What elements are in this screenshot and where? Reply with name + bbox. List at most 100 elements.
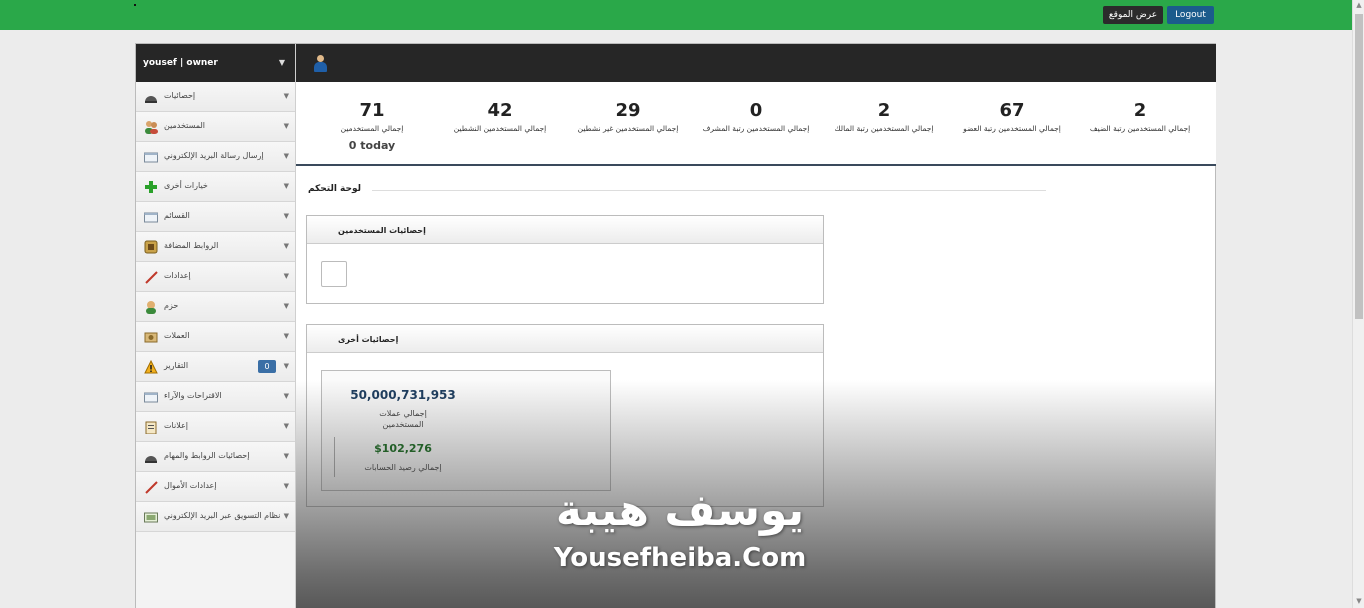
view-site-button[interactable]: عرض الموقع (1103, 6, 1163, 24)
sidebar-item-label: العملات (164, 331, 190, 340)
stats-bar: 71 إجمالي المستخدمين 0 today 42 إجمالي ا… (296, 82, 1216, 166)
stat-caption: إجمالي المستخدمين النشطين (453, 124, 547, 133)
sidebar-item-label: خيارات أخرى (164, 181, 208, 190)
sidebar-item-label: إعدادات الأموال (164, 481, 217, 490)
chevron-down-icon: ▼ (283, 452, 289, 460)
sidebar-item-label: نظام التسويق عبر البريد الإلكتروني (164, 511, 281, 520)
packages-icon (144, 300, 158, 314)
panel-header: إحصائيات أخرى (307, 325, 823, 353)
chevron-down-icon: ▼ (283, 362, 289, 370)
logout-button[interactable]: Logout (1167, 6, 1214, 24)
stat-value: 67 (999, 100, 1025, 121)
sidebar-item-label: إحصائيات (164, 91, 196, 100)
stat-active-users: 42 إجمالي المستخدمين النشطين (435, 100, 565, 133)
total-currency-label: إجمالي عملات المستخدمين (322, 408, 484, 430)
links-icon (144, 240, 158, 254)
email-marketing-icon (144, 510, 158, 524)
stat-value: 71 (359, 100, 385, 121)
scrollbar-thumb[interactable] (1355, 14, 1363, 319)
watermark-arabic: يوسف هيبة (555, 485, 805, 536)
stat-guest-users: 2 إجمالي المستخدمين رتبة الضيف (1075, 100, 1205, 133)
page-title: لوحة التحكم (308, 184, 362, 194)
other-stats-panel: إحصائيات أخرى 50,000,731,953 إجمالي عملا… (306, 324, 824, 507)
stat-today: 0 today (348, 139, 396, 152)
sidebar-item-links-tasks-stats[interactable]: إحصائيات الروابط والمهام ▼ (136, 442, 295, 472)
stat-value: 2 (1133, 100, 1147, 121)
caret-down-icon[interactable]: ▼ (279, 58, 285, 67)
sidebar-item-packages[interactable]: حزم ▼ (136, 292, 295, 322)
chevron-down-icon: ▼ (283, 92, 289, 100)
total-currency-value: 50,000,731,953 (350, 388, 456, 402)
sidebar-item-label: إرسال رسالة البريد الإلكتروني (164, 151, 264, 160)
page-scrollbar[interactable]: ▲ ▼ (1352, 0, 1364, 608)
sidebar-item-settings[interactable]: إعدادات ▼ (136, 262, 295, 292)
money-pen-icon (144, 480, 158, 494)
dashboard-icon (144, 90, 158, 104)
sidebar-item-label: المستخدمين (164, 121, 205, 130)
scroll-down-icon[interactable]: ▼ (1355, 597, 1363, 607)
sidebar-item-label: الروابط المضافة (164, 241, 219, 250)
sidebar-item-other-options[interactable]: خيارات أخرى ▼ (136, 172, 295, 202)
main-header (296, 44, 1216, 82)
stat-caption: إجمالي المستخدمين (340, 124, 404, 133)
sidebar-item-users[interactable]: المستخدمين ▼ (136, 112, 295, 142)
chevron-down-icon: ▼ (283, 122, 289, 130)
stat-owner-users: 2 إجمالي المستخدمين رتبة المالك (819, 100, 949, 133)
panel-header: إحصائيات المستخدمين (307, 216, 823, 244)
chevron-down-icon: ▼ (283, 392, 289, 400)
chevron-down-icon: ▼ (283, 302, 289, 310)
empty-chart-box (321, 261, 347, 287)
sidebar-item-label: التقارير (164, 361, 189, 370)
sidebar-item-label: إحصائيات الروابط والمهام (164, 451, 250, 460)
sidebar-item-added-links[interactable]: الروابط المضافة ▼ (136, 232, 295, 262)
top-bar: عرض الموقع Logout (0, 0, 1352, 30)
totals-card: 50,000,731,953 إجمالي عملات المستخدمين $… (321, 370, 611, 491)
currency-icon (144, 330, 158, 344)
coupon-window-icon (144, 210, 158, 224)
stat-caption: إجمالي المستخدمين رتبة المالك (834, 124, 934, 133)
stat-value: 29 (615, 100, 641, 121)
sidebar-item-reports[interactable]: التقارير 0 ▼ (136, 352, 295, 382)
feedback-window-icon (144, 390, 158, 404)
sidebar-item-statistics[interactable]: إحصائيات ▼ (136, 82, 295, 112)
stat-value: 42 (487, 100, 513, 121)
stat-value: 0 (749, 100, 763, 121)
warning-icon (144, 359, 158, 374)
scroll-up-icon[interactable]: ▲ (1355, 1, 1363, 11)
stat-value: 2 (877, 100, 891, 121)
stat-inactive-users: 29 إجمالي المستخدمين غير نشطين (563, 100, 693, 133)
plus-icon (144, 180, 158, 194)
total-currency-label-line1: إجمالي عملات (379, 409, 427, 418)
sidebar-item-money-settings[interactable]: إعدادات الأموال ▼ (136, 472, 295, 502)
stat-caption: إجمالي المستخدمين رتبة الضيف (1089, 124, 1191, 133)
stat-caption: إجمالي المستخدمين غير نشطين (577, 124, 679, 133)
chevron-down-icon: ▼ (283, 512, 289, 520)
panel-title: إحصائيات أخرى (338, 335, 399, 344)
panel-title: إحصائيات المستخدمين (338, 226, 426, 235)
chevron-down-icon: ▼ (283, 422, 289, 430)
sidebar-item-coupons[interactable]: القسائم ▼ (136, 202, 295, 232)
sidebar-item-ads[interactable]: إعلانات ▼ (136, 412, 295, 442)
settings-pen-icon (144, 270, 158, 284)
total-balance-value: $102,276 (374, 442, 432, 455)
stat-caption: إجمالي المستخدمين رتبة العضو (963, 124, 1061, 133)
stat-member-users: 67 إجمالي المستخدمين رتبة العضو (947, 100, 1077, 133)
total-balance-label: إجمالي رصيد الحسابات (364, 463, 442, 472)
sidebar: yousef | owner ▼ إحصائيات ▼ المستخدمين ▼… (136, 44, 296, 608)
sidebar-item-send-email[interactable]: إرسال رسالة البريد الإلكتروني ▼ (136, 142, 295, 172)
sidebar-item-suggestions[interactable]: الاقتراحات والآراء ▼ (136, 382, 295, 412)
chevron-down-icon: ▼ (283, 212, 289, 220)
stat-admin-users: 0 إجمالي المستخدمين رتبة المشرف (691, 100, 821, 133)
sidebar-item-currencies[interactable]: العملات ▼ (136, 322, 295, 352)
title-divider (372, 190, 1046, 191)
mail-window-icon (144, 150, 158, 164)
sidebar-item-email-marketing[interactable]: نظام التسويق عبر البريد الإلكتروني ▼ (136, 502, 295, 532)
stat-caption: إجمالي المستخدمين رتبة المشرف (702, 124, 810, 133)
top-bar-dot (134, 4, 136, 6)
ads-clipboard-icon (144, 420, 158, 435)
user-stats-panel: إحصائيات المستخدمين (306, 215, 824, 304)
sidebar-item-label: حزم (164, 301, 179, 310)
user-menu[interactable]: yousef | owner ▼ (136, 44, 295, 82)
chevron-down-icon: ▼ (283, 332, 289, 340)
avatar-icon[interactable] (313, 55, 327, 73)
